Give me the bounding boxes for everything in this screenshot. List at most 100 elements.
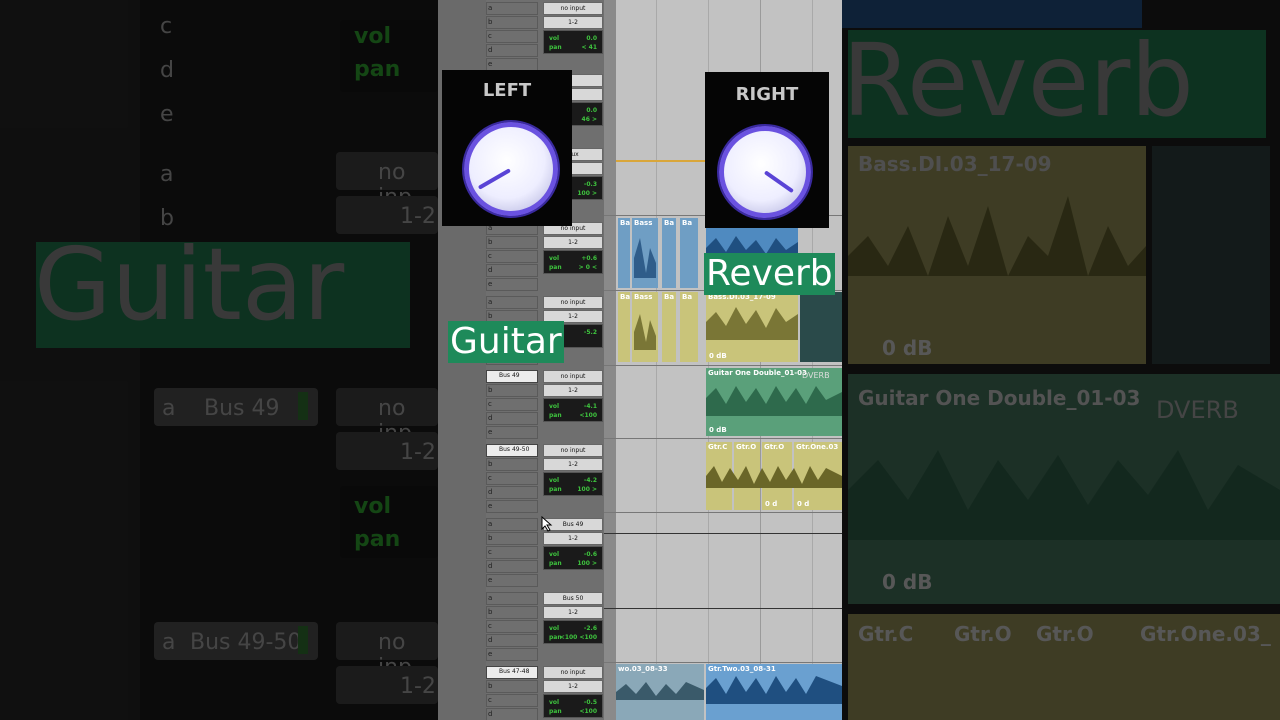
pan-label: pan bbox=[549, 412, 562, 419]
send-slot[interactable] bbox=[486, 458, 538, 471]
vol-pan-display[interactable]: vol -0.5 pan <100 bbox=[543, 694, 603, 718]
send-slot[interactable] bbox=[486, 426, 538, 439]
vol-value: -4.2 bbox=[583, 477, 597, 484]
send-slot[interactable] bbox=[486, 648, 538, 661]
send-slot[interactable] bbox=[486, 250, 538, 263]
send-slot[interactable] bbox=[486, 606, 538, 619]
background-guitar-label: Guitar bbox=[34, 226, 345, 343]
audio-clip[interactable]: Ba bbox=[662, 292, 676, 362]
send-slot[interactable] bbox=[486, 518, 538, 531]
send-slot[interactable] bbox=[486, 532, 538, 545]
audio-clip[interactable]: wo.03_08-33 bbox=[616, 664, 704, 720]
vol-pan-display[interactable]: vol +0.6 pan > 0 < bbox=[543, 250, 603, 274]
output-field: 1-2 bbox=[400, 440, 436, 465]
audio-clip[interactable]: Bass.DI.03_17-09 0 dB bbox=[706, 292, 798, 362]
send-slot[interactable] bbox=[486, 560, 538, 573]
send-bus-49: Bus 49 bbox=[204, 396, 280, 421]
audio-clip[interactable]: Bass bbox=[632, 292, 658, 362]
send-slot[interactable] bbox=[486, 620, 538, 633]
left-knob-title: LEFT bbox=[482, 80, 532, 101]
output-selector[interactable]: 1-2 bbox=[543, 532, 603, 545]
track-io-block: aBus 49-50bcdeno input1-2vol-4.2pan100 > bbox=[486, 442, 604, 517]
send-slot[interactable] bbox=[486, 44, 538, 57]
track-io-block: aBus 47-48bcdeno input1-2vol-0.5pan<100 bbox=[486, 664, 604, 720]
vol-pan-display[interactable]: vol -0.6 pan 100 > bbox=[543, 546, 603, 570]
caption-guitar: Guitar bbox=[448, 321, 564, 363]
audio-clip[interactable]: Ba bbox=[618, 218, 630, 288]
left-pan-knob[interactable] bbox=[464, 122, 558, 216]
clip-gain: 0 dB bbox=[882, 570, 933, 594]
vol-value: 0.0 bbox=[586, 107, 597, 114]
send-slot[interactable] bbox=[486, 500, 538, 513]
clip-name: Guitar One Double_01-03 bbox=[858, 386, 1141, 410]
vol-pan-display[interactable]: vol -4.1 pan <100 bbox=[543, 398, 603, 422]
vol-value: -2.6 bbox=[583, 625, 597, 632]
send-slot[interactable] bbox=[486, 680, 538, 693]
send-slot[interactable]: Bus 47-48 bbox=[486, 666, 538, 679]
input-selector[interactable]: no input bbox=[543, 370, 603, 383]
ruler-edge bbox=[604, 0, 616, 720]
send-slot[interactable] bbox=[486, 708, 538, 720]
send-slot[interactable] bbox=[486, 412, 538, 425]
send-bus-label: Bus 47-48 bbox=[499, 668, 530, 675]
send-bus-label: Bus 49 bbox=[499, 372, 520, 379]
vol-pan-display[interactable]: vol -2.6 pan <100 <100 bbox=[543, 620, 603, 644]
audio-clip[interactable]: Ba bbox=[618, 292, 630, 362]
send-slot[interactable] bbox=[486, 30, 538, 43]
send-slot[interactable] bbox=[486, 384, 538, 397]
input-selector[interactable]: no input bbox=[543, 296, 603, 309]
output-selector[interactable]: 1-2 bbox=[543, 606, 603, 619]
send-slot[interactable] bbox=[486, 472, 538, 485]
send-slot[interactable] bbox=[486, 296, 538, 309]
clip-name: Gtr.O bbox=[954, 622, 1012, 646]
pan-value: <100 <100 bbox=[559, 634, 597, 641]
audio-clip[interactable]: Ba bbox=[662, 218, 676, 288]
input-selector[interactable]: no input bbox=[543, 444, 603, 457]
send-slot[interactable] bbox=[486, 486, 538, 499]
waveform bbox=[848, 196, 1146, 276]
audio-clip[interactable]: Ba bbox=[680, 292, 698, 362]
send-slot[interactable] bbox=[486, 592, 538, 605]
clip-name: Gtr.O bbox=[1036, 622, 1094, 646]
vol-value: -0.6 bbox=[583, 551, 597, 558]
audio-clip[interactable]: Gtr.Two.03_08-31 bbox=[706, 664, 842, 720]
send-slot[interactable] bbox=[486, 694, 538, 707]
clip-name: Gtr.One.03_ bbox=[1140, 622, 1271, 646]
send-slot[interactable]: Bus 49-50 bbox=[486, 444, 538, 457]
audio-clip[interactable]: Ba bbox=[680, 218, 698, 288]
send-slot[interactable] bbox=[486, 546, 538, 559]
output-selector[interactable]: 1-2 bbox=[543, 16, 603, 29]
audio-clip[interactable]: Bass bbox=[632, 218, 658, 288]
track-io-block: a b c d e Bus 50 1-2 vol -2.6 pan <100 <100 bbox=[486, 590, 604, 665]
send-letter: a bbox=[162, 630, 176, 655]
vol-pan-display[interactable]: vol -4.2 pan 100 > bbox=[543, 472, 603, 496]
output-selector[interactable]: 1-2 bbox=[543, 458, 603, 471]
vol-label: vol bbox=[354, 24, 391, 49]
input-selector[interactable]: no input bbox=[543, 666, 603, 679]
input-selector[interactable]: no input bbox=[543, 2, 603, 15]
input-selector[interactable]: Bus 50 bbox=[543, 592, 603, 605]
send-slot[interactable] bbox=[486, 574, 538, 587]
send-slot[interactable] bbox=[486, 634, 538, 647]
output-selector[interactable]: 1-2 bbox=[543, 236, 603, 249]
vol-value: +0.6 bbox=[581, 255, 597, 262]
output-selector[interactable]: 1-2 bbox=[543, 384, 603, 397]
output-selector[interactable]: 1-2 bbox=[543, 680, 603, 693]
send-slot[interactable] bbox=[486, 398, 538, 411]
track-io-block: a b c d e no input 1-2 vol +0.6 pan > 0 < bbox=[486, 220, 604, 295]
background-reverb-label: Reverb bbox=[842, 22, 1194, 139]
send-slot[interactable] bbox=[486, 236, 538, 249]
send-slot[interactable] bbox=[486, 278, 538, 291]
waveform bbox=[848, 450, 1280, 540]
track-io-block: a b c d e no input 1-2 vol 0.0 pan < 41 bbox=[486, 0, 604, 75]
pan-value: > 0 < bbox=[578, 264, 597, 271]
send-slot[interactable] bbox=[486, 264, 538, 277]
send-slot[interactable]: Bus 49 bbox=[486, 370, 538, 383]
vol-value: -4.1 bbox=[583, 403, 597, 410]
background-right-zoom: Reverb Bass.DI.03_17-09 0 dB Guitar One … bbox=[842, 0, 1280, 720]
pan-label: pan bbox=[549, 264, 562, 271]
send-slot[interactable] bbox=[486, 16, 538, 29]
vol-value: -5.2 bbox=[583, 329, 597, 336]
send-slot[interactable] bbox=[486, 2, 538, 15]
vol-pan-display[interactable]: vol 0.0 pan < 41 bbox=[543, 30, 603, 54]
